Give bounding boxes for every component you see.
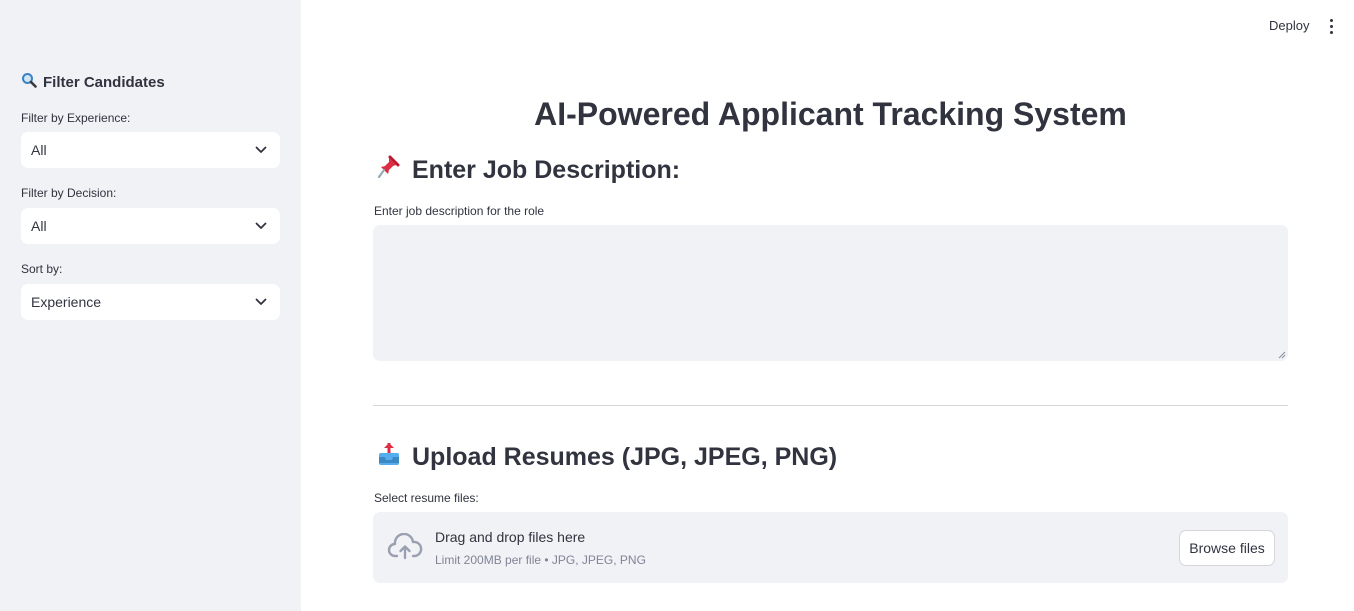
sidebar-title-text: Filter Candidates: [43, 73, 165, 91]
browse-files-button[interactable]: Browse files: [1179, 530, 1275, 566]
experience-filter-label: Filter by Experience:: [21, 111, 131, 125]
dropzone-limit-text: Limit 200MB per file • JPG, JPEG, PNG: [435, 553, 646, 567]
job-description-textarea[interactable]: [373, 225, 1288, 361]
sidebar-title: Filter Candidates: [21, 72, 165, 92]
upload-resumes-heading-text: Upload Resumes (JPG, JPEG, PNG): [412, 442, 838, 471]
experience-filter-value: All: [31, 142, 47, 158]
app-root: Filter Candidates Filter by Experience: …: [0, 0, 1354, 611]
sort-by-select[interactable]: Experience: [21, 284, 280, 320]
experience-filter-select[interactable]: All: [21, 132, 280, 168]
inbox-tray-icon: [376, 441, 402, 473]
decision-filter-label: Filter by Decision:: [21, 186, 117, 200]
sort-by-label: Sort by:: [21, 262, 63, 276]
resume-files-label: Select resume files:: [374, 491, 479, 505]
upload-resumes-heading: Upload Resumes (JPG, JPEG, PNG): [376, 441, 837, 473]
main-menu-icon[interactable]: [1322, 16, 1340, 36]
sort-by-value: Experience: [31, 294, 102, 310]
pushpin-icon: [376, 154, 402, 186]
decision-filter-value: All: [31, 218, 47, 234]
dropzone-instruction: Drag and drop files here: [435, 529, 586, 545]
job-description-label: Enter job description for the role: [374, 204, 545, 218]
resize-grip-icon[interactable]: [1278, 351, 1286, 359]
page-title: AI-Powered Applicant Tracking System: [534, 96, 1127, 132]
file-dropzone[interactable]: Drag and drop files here Limit 200MB per…: [373, 512, 1288, 583]
chevron-down-icon: [254, 143, 268, 157]
cloud-upload-icon: [387, 533, 423, 560]
magnifier-icon: [21, 72, 37, 92]
chevron-down-icon: [254, 295, 268, 309]
deploy-button[interactable]: Deploy: [1269, 18, 1309, 33]
job-description-heading-text: Enter Job Description:: [412, 155, 681, 184]
section-divider: [373, 405, 1288, 406]
decision-filter-select[interactable]: All: [21, 208, 280, 244]
job-description-heading: Enter Job Description:: [376, 154, 680, 186]
sidebar: Filter Candidates Filter by Experience: …: [0, 0, 301, 611]
chevron-down-icon: [254, 219, 268, 233]
